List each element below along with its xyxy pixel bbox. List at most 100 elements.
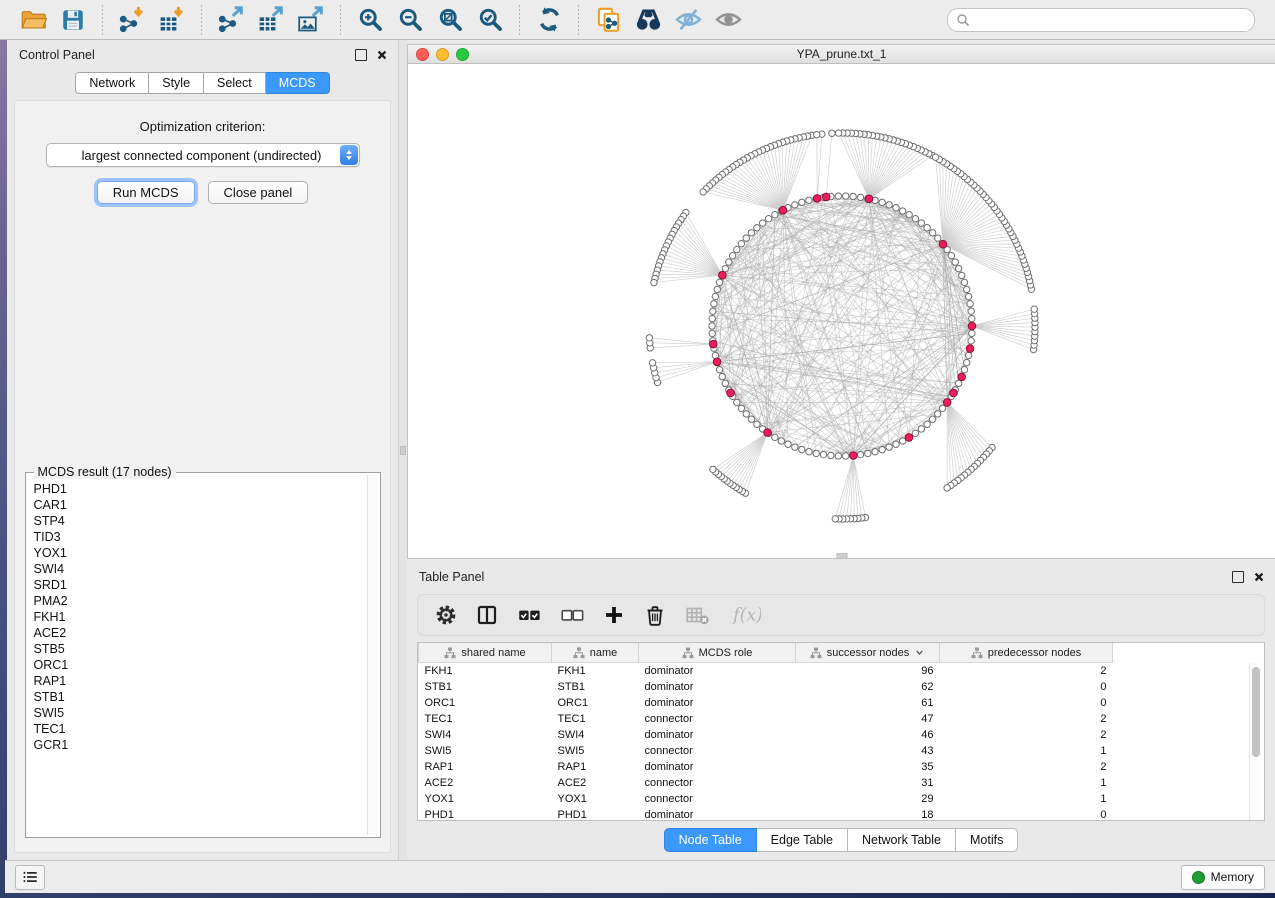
ring-node[interactable] [748, 416, 754, 422]
result-scrollbar[interactable] [367, 475, 378, 835]
mcds-node[interactable] [865, 195, 873, 203]
table-row[interactable]: TEC1TEC1connector472 [419, 711, 1113, 727]
ring-node[interactable] [918, 220, 924, 226]
ring-node[interactable] [967, 301, 973, 307]
mcds-node[interactable] [939, 240, 947, 248]
ring-node[interactable] [939, 405, 945, 411]
mcds-node[interactable] [822, 193, 830, 201]
table-row[interactable]: SWI5SWI5connector431 [419, 743, 1113, 759]
search-input[interactable] [975, 12, 1246, 28]
ring-node[interactable] [722, 380, 728, 386]
hide-selected-button[interactable] [671, 4, 705, 36]
ring-node[interactable] [857, 194, 863, 200]
mcds-node-item[interactable]: YOX1 [34, 545, 367, 561]
column-header-successor-nodes[interactable]: successor nodes [796, 643, 940, 663]
ring-node[interactable] [955, 265, 961, 271]
mcds-node[interactable] [943, 399, 951, 407]
ring-node[interactable] [964, 286, 970, 292]
ring-node[interactable] [754, 421, 760, 427]
table-row[interactable]: YOX1YOX1connector291 [419, 791, 1113, 807]
leaf-node[interactable] [649, 360, 655, 366]
table-row[interactable]: PHD1PHD1dominator180 [419, 807, 1113, 821]
tab-select[interactable]: Select [204, 72, 266, 94]
leaf-node[interactable] [1031, 306, 1037, 312]
leaf-node[interactable] [835, 130, 841, 136]
add-column-button[interactable] [602, 603, 626, 627]
mcds-node-item[interactable]: STB5 [34, 641, 367, 657]
ring-node[interactable] [955, 380, 961, 386]
ring-node[interactable] [879, 199, 885, 205]
network-window-titlebar[interactable]: YPA_prune.txt_1 [408, 45, 1275, 64]
ring-node[interactable] [734, 246, 740, 252]
zoom-selected-button[interactable] [473, 4, 507, 36]
ring-node[interactable] [835, 193, 841, 199]
ring-node[interactable] [912, 215, 918, 221]
ring-node[interactable] [716, 279, 722, 285]
mcds-node-item[interactable]: FKH1 [34, 609, 367, 625]
ring-node[interactable] [729, 253, 735, 259]
ring-node[interactable] [935, 411, 941, 417]
ring-node[interactable] [792, 202, 798, 208]
ring-node[interactable] [912, 430, 918, 436]
column-header-MCDS-role[interactable]: MCDS role [639, 643, 796, 663]
mcds-node[interactable] [968, 322, 976, 330]
tab-style[interactable]: Style [149, 72, 204, 94]
first-neighbors-button[interactable] [631, 4, 665, 36]
ring-node[interactable] [948, 253, 954, 259]
column-header-name[interactable]: name [552, 643, 639, 663]
tab-edge-table[interactable]: Edge Table [757, 828, 848, 852]
leaf-node[interactable] [944, 485, 950, 491]
ring-node[interactable] [716, 366, 722, 372]
table-row[interactable]: FKH1FKH1dominator962 [419, 663, 1113, 680]
ring-node[interactable] [929, 416, 935, 422]
ring-node[interactable] [748, 230, 754, 236]
table-row[interactable]: SWI4SWI4dominator462 [419, 727, 1113, 743]
ring-node[interactable] [886, 202, 892, 208]
ring-node[interactable] [709, 323, 715, 329]
ring-node[interactable] [893, 441, 899, 447]
ring-node[interactable] [857, 451, 863, 457]
ring-node[interactable] [929, 230, 935, 236]
ring-node[interactable] [872, 449, 878, 455]
mcds-node[interactable] [958, 373, 966, 381]
column-header-shared-name[interactable]: shared name [419, 643, 552, 663]
leaf-node[interactable] [832, 516, 838, 522]
mcds-node-item[interactable]: STB1 [34, 689, 367, 705]
ring-node[interactable] [759, 220, 765, 226]
leaf-node[interactable] [814, 131, 820, 137]
ring-node[interactable] [918, 426, 924, 432]
export-network-button[interactable] [214, 4, 248, 36]
ring-node[interactable] [813, 450, 819, 456]
run-mcds-button[interactable]: Run MCDS [97, 181, 195, 204]
ring-node[interactable] [843, 453, 849, 459]
ring-node[interactable] [906, 211, 912, 217]
leaf-node[interactable] [651, 279, 657, 285]
column-header-predecessor-nodes[interactable]: predecessor nodes [940, 643, 1113, 663]
ring-node[interactable] [719, 373, 725, 379]
zoom-out-button[interactable] [393, 4, 427, 36]
ring-node[interactable] [850, 193, 856, 199]
ring-node[interactable] [806, 449, 812, 455]
ring-node[interactable] [722, 265, 728, 271]
mcds-node[interactable] [727, 389, 735, 397]
mcds-node[interactable] [905, 434, 913, 442]
ring-node[interactable] [709, 315, 715, 321]
show-all-button[interactable] [711, 4, 745, 36]
tab-network-table[interactable]: Network Table [848, 828, 956, 852]
leaf-node[interactable] [932, 154, 938, 160]
ring-node[interactable] [820, 451, 826, 457]
ring-node[interactable] [709, 330, 715, 336]
zoom-in-button[interactable] [353, 4, 387, 36]
search-field[interactable] [947, 8, 1255, 32]
mcds-node[interactable] [813, 195, 821, 203]
table-scrollbar-thumb[interactable] [1252, 667, 1260, 757]
mcds-node[interactable] [713, 358, 721, 366]
export-image-button[interactable] [294, 4, 328, 36]
criterion-select[interactable]: largest connected component (undirected) [46, 143, 360, 167]
table-scrollbar[interactable] [1249, 663, 1261, 820]
ring-node[interactable] [965, 352, 971, 358]
import-network-button[interactable] [115, 4, 149, 36]
ring-node[interactable] [726, 259, 732, 265]
table-row[interactable]: STB1STB1dominator620 [419, 679, 1113, 695]
zoom-fit-button[interactable] [433, 4, 467, 36]
